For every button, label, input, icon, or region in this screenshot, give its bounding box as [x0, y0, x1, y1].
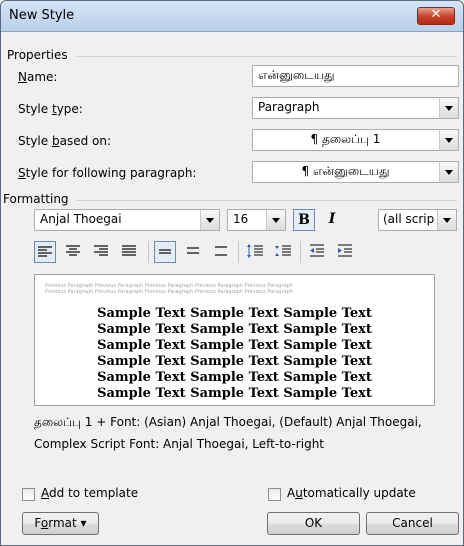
- chevron-down-icon[interactable]: [200, 210, 219, 230]
- previous-paragraph-text: Previous Paragraph Previous Paragraph Pr…: [45, 289, 294, 295]
- cancel-button[interactable]: Cancel: [366, 512, 459, 535]
- increase-paragraph-spacing-button[interactable]: [244, 241, 266, 263]
- justify-icon: [122, 245, 136, 256]
- formatting-divider: [76, 200, 457, 201]
- style-based-on-select[interactable]: ¶ தலைப்பு 1: [252, 129, 459, 151]
- formatting-group-label: Formatting: [3, 192, 69, 206]
- add-to-template-label[interactable]: Add to template: [41, 486, 138, 500]
- chevron-down-icon[interactable]: [439, 130, 458, 150]
- name-input[interactable]: என்னுடையது: [252, 65, 459, 87]
- properties-group-label: Properties: [7, 48, 68, 62]
- double-spacing-icon: [215, 246, 227, 256]
- sample-text-line: Sample Text Sample Text Sample Text: [97, 354, 372, 369]
- increase-indent-icon: [338, 244, 352, 257]
- toolbar-separator: [300, 241, 301, 263]
- increase-indent-button[interactable]: [334, 241, 356, 263]
- sample-text-line: Sample Text Sample Text Sample Text: [97, 338, 372, 353]
- one-half-spacing-icon: [187, 247, 199, 254]
- close-button[interactable]: ✕: [417, 7, 455, 25]
- sample-text-line: Sample Text Sample Text Sample Text: [97, 370, 372, 385]
- new-style-dialog: New Style ✕ Properties Name: என்னுடையது …: [0, 0, 464, 546]
- automatically-update-checkbox[interactable]: [268, 488, 281, 501]
- one-half-spacing-button[interactable]: [182, 241, 204, 263]
- single-spacing-icon: [159, 249, 171, 254]
- window-title: New Style: [9, 8, 75, 23]
- toolbar-separator: [148, 241, 149, 263]
- style-description-line: Complex Script Font: Anjal Thoegai, Left…: [34, 437, 324, 451]
- decrease-indent-icon: [310, 244, 324, 257]
- toolbar-separator: [238, 241, 239, 263]
- sample-text-line: Sample Text Sample Text Sample Text: [97, 322, 372, 337]
- style-type-select[interactable]: Paragraph: [252, 97, 459, 119]
- font-name-select[interactable]: Anjal Thoegai: [34, 209, 220, 231]
- chevron-down-icon[interactable]: [439, 162, 458, 182]
- justify-button[interactable]: [118, 241, 140, 263]
- decrease-indent-button[interactable]: [306, 241, 328, 263]
- align-center-icon: [66, 245, 80, 256]
- chevron-down-icon[interactable]: [439, 98, 458, 118]
- align-right-button[interactable]: [90, 241, 112, 263]
- single-spacing-button[interactable]: [154, 241, 176, 263]
- italic-button[interactable]: I: [321, 209, 343, 231]
- title-bar: New Style ✕: [1, 1, 463, 32]
- style-type-label: Style type:: [18, 102, 83, 116]
- align-left-icon: [38, 246, 52, 257]
- font-size-select[interactable]: 16: [227, 209, 286, 231]
- automatically-update-label[interactable]: Automatically update: [287, 486, 416, 500]
- increase-paragraph-spacing-icon: [247, 244, 263, 258]
- script-select[interactable]: (all scrip: [378, 209, 457, 231]
- sample-text-line: Sample Text Sample Text Sample Text: [97, 306, 372, 321]
- sample-text-line: Sample Text Sample Text Sample Text: [97, 386, 372, 401]
- close-icon: ✕: [430, 7, 442, 22]
- decrease-paragraph-spacing-icon: [275, 245, 291, 256]
- add-to-template-checkbox[interactable]: [22, 488, 35, 501]
- chevron-down-icon[interactable]: [437, 210, 456, 230]
- align-left-button[interactable]: [34, 241, 56, 263]
- double-spacing-button[interactable]: [210, 241, 232, 263]
- bold-button[interactable]: B: [293, 209, 315, 231]
- style-description-line: தலைப்பு 1 + Font: (Asian) Anjal Thoegai,…: [34, 415, 422, 429]
- align-right-icon: [94, 245, 108, 256]
- following-paragraph-label: Style for following paragraph:: [18, 166, 197, 180]
- ok-button[interactable]: OK: [267, 512, 360, 535]
- style-based-on-label: Style based on:: [18, 134, 112, 148]
- style-preview-pane: Previous Paragraph Previous Paragraph Pr…: [34, 274, 435, 406]
- chevron-down-icon[interactable]: [266, 210, 285, 230]
- decrease-paragraph-spacing-button[interactable]: [272, 241, 294, 263]
- format-menu-button[interactable]: Format ▾: [22, 512, 99, 535]
- following-paragraph-select[interactable]: ¶ என்னுடையது: [252, 161, 459, 183]
- properties-divider: [77, 56, 457, 57]
- align-center-button[interactable]: [62, 241, 84, 263]
- name-label: Name:: [18, 70, 58, 84]
